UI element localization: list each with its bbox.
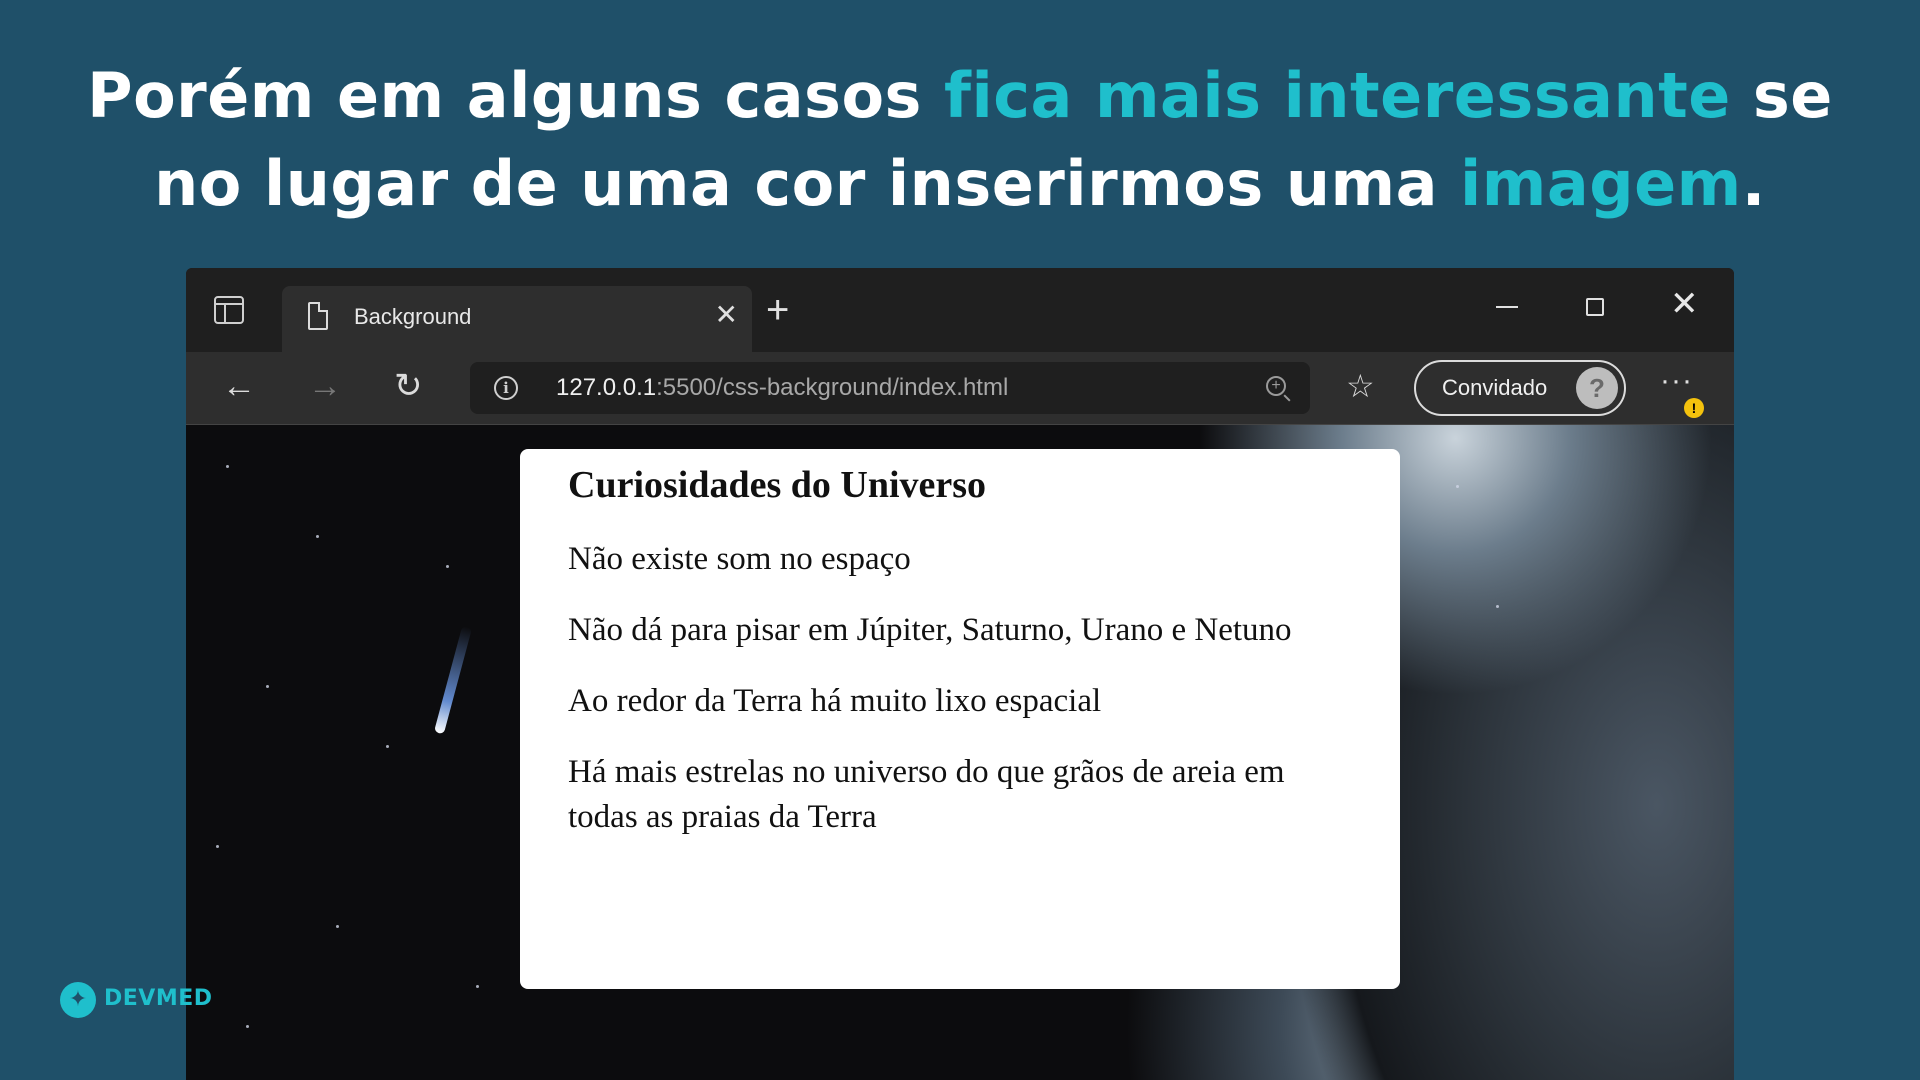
profile-button[interactable]: Convidado ? bbox=[1414, 360, 1626, 416]
page-viewport: Curiosidades do Universo Não existe som … bbox=[186, 425, 1734, 1080]
tab-background[interactable]: Background ✕ bbox=[282, 286, 752, 352]
star bbox=[266, 685, 269, 688]
more-icon[interactable]: ··· bbox=[1660, 366, 1693, 396]
card-item: Ao redor da Terra há muito lixo espacial bbox=[568, 683, 1102, 719]
logo: ✦ DEVMED bbox=[60, 980, 212, 1020]
tab-bar: Background ✕ + ✕ bbox=[186, 268, 1734, 352]
card-item: Não existe som no espaço bbox=[568, 541, 911, 577]
star bbox=[316, 535, 319, 538]
star bbox=[446, 565, 449, 568]
page-icon bbox=[308, 302, 328, 330]
url-text[interactable]: 127.0.0.1:5500/css-background/index.html bbox=[556, 374, 1008, 402]
comet bbox=[433, 625, 473, 735]
star bbox=[336, 925, 339, 928]
star bbox=[476, 985, 479, 988]
profile-label: Convidado bbox=[1442, 375, 1548, 400]
warning-badge-icon: ! bbox=[1684, 398, 1704, 418]
tab-title: Background bbox=[354, 304, 472, 329]
star bbox=[1456, 485, 1459, 488]
star bbox=[216, 845, 219, 848]
address-bar[interactable]: i 127.0.0.1:5500/css-background/index.ht… bbox=[470, 362, 1310, 414]
content-card: Curiosidades do Universo Não existe som … bbox=[520, 449, 1400, 989]
info-icon[interactable]: i bbox=[494, 376, 518, 400]
zoom-in-icon[interactable]: + bbox=[1266, 376, 1286, 396]
star bbox=[1496, 605, 1499, 608]
star bbox=[226, 465, 229, 468]
headline-line-1: Porém em alguns casos fica mais interess… bbox=[87, 59, 1833, 132]
close-icon[interactable]: ✕ bbox=[715, 300, 738, 330]
tab-actions-icon[interactable] bbox=[214, 296, 244, 324]
headline-highlight-2: imagem bbox=[1460, 147, 1742, 220]
window-close-icon[interactable]: ✕ bbox=[1670, 284, 1699, 324]
browser-window: Background ✕ + ✕ ← → ↻ i 127.0.0.1:5500/… bbox=[186, 268, 1734, 1080]
headline: Porém em alguns casos fica mais interess… bbox=[0, 52, 1920, 228]
maximize-icon[interactable] bbox=[1586, 298, 1604, 316]
card-item: Não dá para pisar em Júpiter, Saturno, U… bbox=[568, 612, 1292, 648]
headline-highlight-1: fica mais interessante bbox=[944, 59, 1731, 132]
logo-text: DEVMED bbox=[104, 986, 213, 1011]
minimize-icon[interactable] bbox=[1496, 306, 1518, 308]
star bbox=[386, 745, 389, 748]
card-item: Há mais estrelas no universo do que grão… bbox=[568, 754, 1285, 835]
arrow-left-icon[interactable]: ← bbox=[222, 366, 256, 406]
favorites-icon[interactable]: ☆ bbox=[1346, 366, 1375, 406]
card-title: Curiosidades do Universo bbox=[568, 464, 987, 506]
star bbox=[246, 1025, 249, 1028]
avatar: ? bbox=[1576, 367, 1618, 409]
reload-icon[interactable]: ↻ bbox=[394, 366, 423, 406]
arrow-right-icon[interactable]: → bbox=[308, 366, 342, 406]
logo-icon: ✦ bbox=[60, 982, 96, 1018]
plus-icon[interactable]: + bbox=[766, 290, 789, 330]
toolbar: ← → ↻ i 127.0.0.1:5500/css-background/in… bbox=[186, 352, 1734, 425]
headline-line-2: no lugar de uma cor inserirmos uma image… bbox=[154, 147, 1766, 220]
